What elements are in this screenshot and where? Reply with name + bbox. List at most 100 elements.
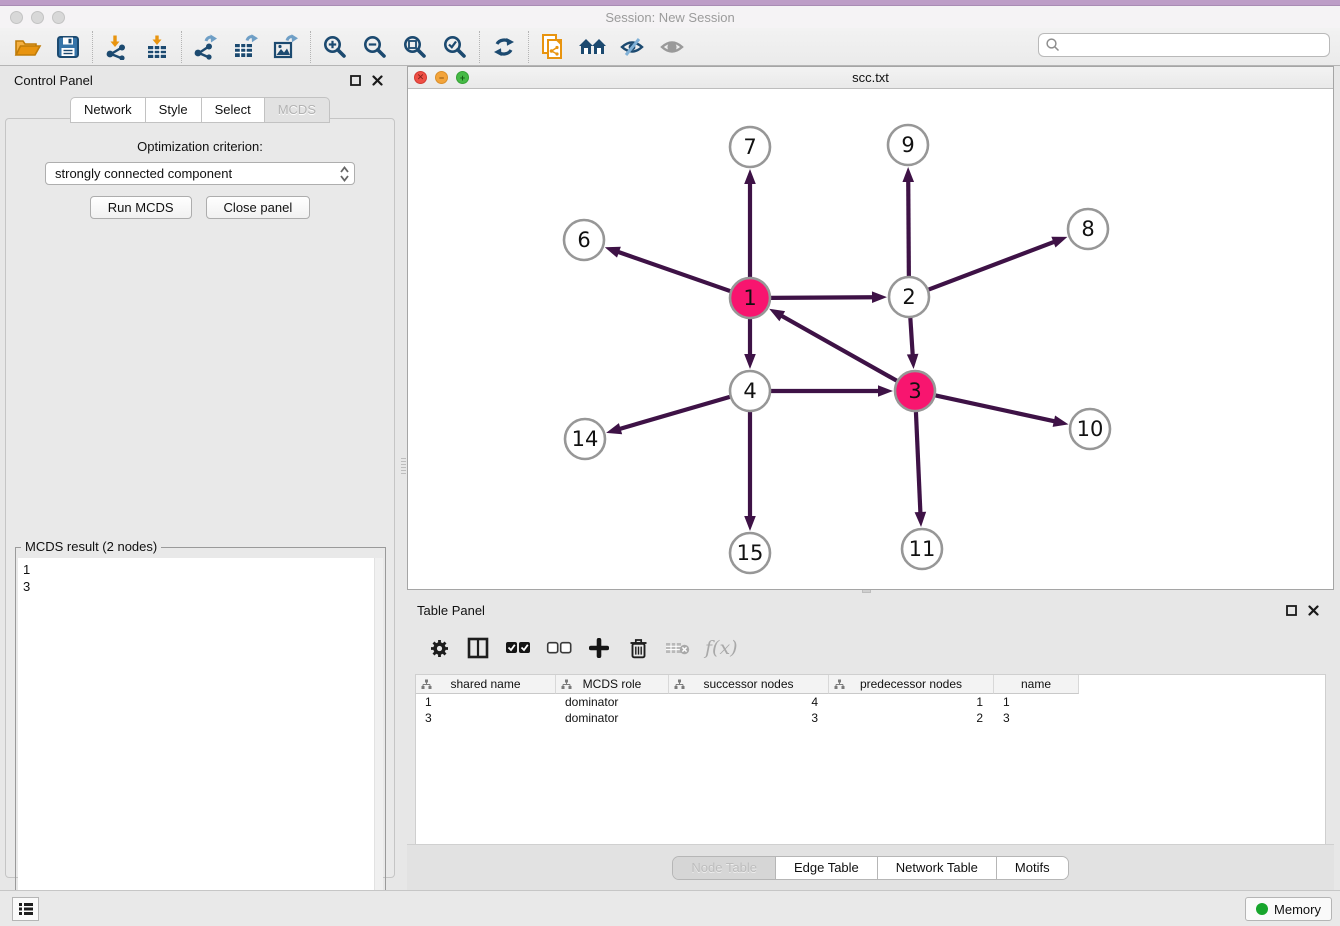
graph-edge-arrowhead — [878, 385, 893, 397]
zoom-in-icon[interactable] — [315, 31, 355, 63]
table-options-icon[interactable] — [427, 635, 451, 661]
cell-successor-nodes[interactable]: 4 — [669, 695, 829, 709]
zoom-fit-icon[interactable] — [395, 31, 435, 63]
zoom-out-icon[interactable] — [355, 31, 395, 63]
deselect-all-rows-icon[interactable] — [546, 635, 572, 661]
close-panel-button[interactable]: Close panel — [206, 196, 311, 219]
column-header-name[interactable]: name — [994, 675, 1079, 694]
table-row[interactable]: 3 dominator 3 2 3 — [416, 710, 1325, 726]
network-graph[interactable]: 1 2 3 4 6 7 8 9 10 11 14 15 — [408, 89, 1333, 589]
graph-edge-3-1[interactable] — [780, 315, 896, 381]
tab-node-table[interactable]: Node Table — [673, 857, 776, 879]
tab-network-table[interactable]: Network Table — [878, 857, 997, 879]
svg-text:11: 11 — [909, 537, 936, 561]
delete-row-icon[interactable] — [626, 635, 650, 661]
first-neighbors-icon[interactable] — [573, 31, 613, 63]
save-session-icon[interactable] — [48, 31, 88, 63]
cell-shared-name[interactable]: 3 — [416, 711, 556, 725]
column-manager-icon[interactable] — [466, 635, 490, 661]
run-mcds-button[interactable]: Run MCDS — [90, 196, 192, 219]
search-box[interactable] — [1038, 33, 1330, 57]
tab-mcds[interactable]: MCDS — [264, 97, 330, 123]
cell-name[interactable]: 3 — [994, 711, 1079, 725]
import-table-icon[interactable] — [137, 31, 177, 63]
import-network-icon[interactable] — [97, 31, 137, 63]
hide-selected-icon[interactable] — [613, 31, 653, 63]
graph-edge-4-14[interactable] — [619, 397, 730, 429]
criterion-value: strongly connected component — [55, 166, 232, 181]
result-line: 1 — [23, 561, 378, 578]
close-panel-icon[interactable] — [1304, 602, 1322, 618]
refresh-view-icon[interactable] — [484, 31, 524, 63]
graph-node-6[interactable]: 6 — [564, 220, 604, 260]
memory-button[interactable]: Memory — [1245, 897, 1332, 921]
delete-table-icon[interactable] — [665, 635, 690, 661]
column-header-predecessor-nodes[interactable]: predecessor nodes — [829, 675, 994, 694]
graph-node-14[interactable]: 14 — [565, 419, 605, 459]
open-session-icon[interactable] — [8, 31, 48, 63]
function-builder-icon[interactable]: f(x) — [705, 635, 738, 661]
cell-predecessor-nodes[interactable]: 1 — [829, 695, 994, 709]
graph-edge-3-11[interactable] — [916, 412, 921, 514]
tab-edge-table[interactable]: Edge Table — [776, 857, 878, 879]
table-panel: Table Panel f(x) shared name MCD — [407, 596, 1334, 890]
criterion-select[interactable]: strongly connected component — [45, 162, 355, 185]
column-header-mcds-role[interactable]: MCDS role — [556, 675, 669, 694]
graph-node-8[interactable]: 8 — [1068, 209, 1108, 249]
select-all-rows-icon[interactable] — [505, 635, 531, 661]
cell-predecessor-nodes[interactable]: 2 — [829, 711, 994, 725]
export-network-icon[interactable] — [186, 31, 226, 63]
task-history-button[interactable] — [12, 897, 39, 921]
graph-node-1[interactable]: 1 — [730, 278, 770, 318]
show-all-icon[interactable] — [653, 31, 693, 63]
table-header-row: shared name MCDS role successor nodes pr… — [416, 675, 1325, 694]
tab-motifs[interactable]: Motifs — [997, 857, 1068, 879]
cell-mcds-role[interactable]: dominator — [556, 711, 669, 725]
graph-edge-arrowhead — [744, 354, 756, 369]
float-panel-icon[interactable] — [346, 72, 364, 88]
graph-node-7[interactable]: 7 — [730, 127, 770, 167]
graph-edge-1-6[interactable] — [617, 252, 730, 292]
graph-edge-1-2[interactable] — [771, 297, 874, 298]
graph-node-11[interactable]: 11 — [902, 529, 942, 569]
clone-network-icon[interactable] — [533, 31, 573, 63]
graph-edge-arrowhead — [769, 309, 785, 321]
graph-edge-2-3[interactable] — [910, 318, 912, 356]
cell-shared-name[interactable]: 1 — [416, 695, 556, 709]
network-window-titlebar: ✕ − + scc.txt — [408, 67, 1333, 89]
export-image-icon[interactable] — [266, 31, 306, 63]
status-bar: Memory — [0, 890, 1340, 926]
cell-successor-nodes[interactable]: 3 — [669, 711, 829, 725]
mcds-result-textarea[interactable]: 1 3 — [18, 558, 383, 921]
column-header-shared-name[interactable]: shared name — [416, 675, 556, 694]
cell-mcds-role[interactable]: dominator — [556, 695, 669, 709]
graph-node-10[interactable]: 10 — [1070, 409, 1110, 449]
graph-edge-3-10[interactable] — [936, 395, 1056, 421]
vertical-splitter[interactable] — [400, 66, 407, 890]
graph-node-15[interactable]: 15 — [730, 533, 770, 573]
graph-edge-2-8[interactable] — [929, 241, 1056, 289]
column-header-successor-nodes[interactable]: successor nodes — [669, 675, 829, 694]
table-row[interactable]: 1 dominator 4 1 1 — [416, 694, 1325, 710]
close-panel-icon[interactable] — [368, 72, 386, 88]
tab-network[interactable]: Network — [70, 97, 145, 123]
graph-node-4[interactable]: 4 — [730, 371, 770, 411]
result-scrollbar[interactable] — [374, 558, 383, 921]
main-toolbar — [0, 28, 1340, 66]
mcds-result-title: MCDS result (2 nodes) — [21, 539, 161, 554]
export-table-icon[interactable] — [226, 31, 266, 63]
tab-style[interactable]: Style — [145, 97, 201, 123]
cell-name[interactable]: 1 — [994, 695, 1079, 709]
graph-edge-2-9[interactable] — [908, 180, 909, 276]
graph-node-3[interactable]: 3 — [895, 371, 935, 411]
svg-text:1: 1 — [743, 286, 756, 310]
graph-node-2[interactable]: 2 — [889, 277, 929, 317]
zoom-selected-icon[interactable] — [435, 31, 475, 63]
tab-select[interactable]: Select — [201, 97, 264, 123]
add-row-icon[interactable] — [587, 635, 611, 661]
search-input[interactable] — [1061, 35, 1329, 55]
float-panel-icon[interactable] — [1282, 602, 1300, 618]
svg-text:2: 2 — [902, 285, 915, 309]
column-type-icon — [421, 679, 432, 690]
graph-node-9[interactable]: 9 — [888, 125, 928, 165]
